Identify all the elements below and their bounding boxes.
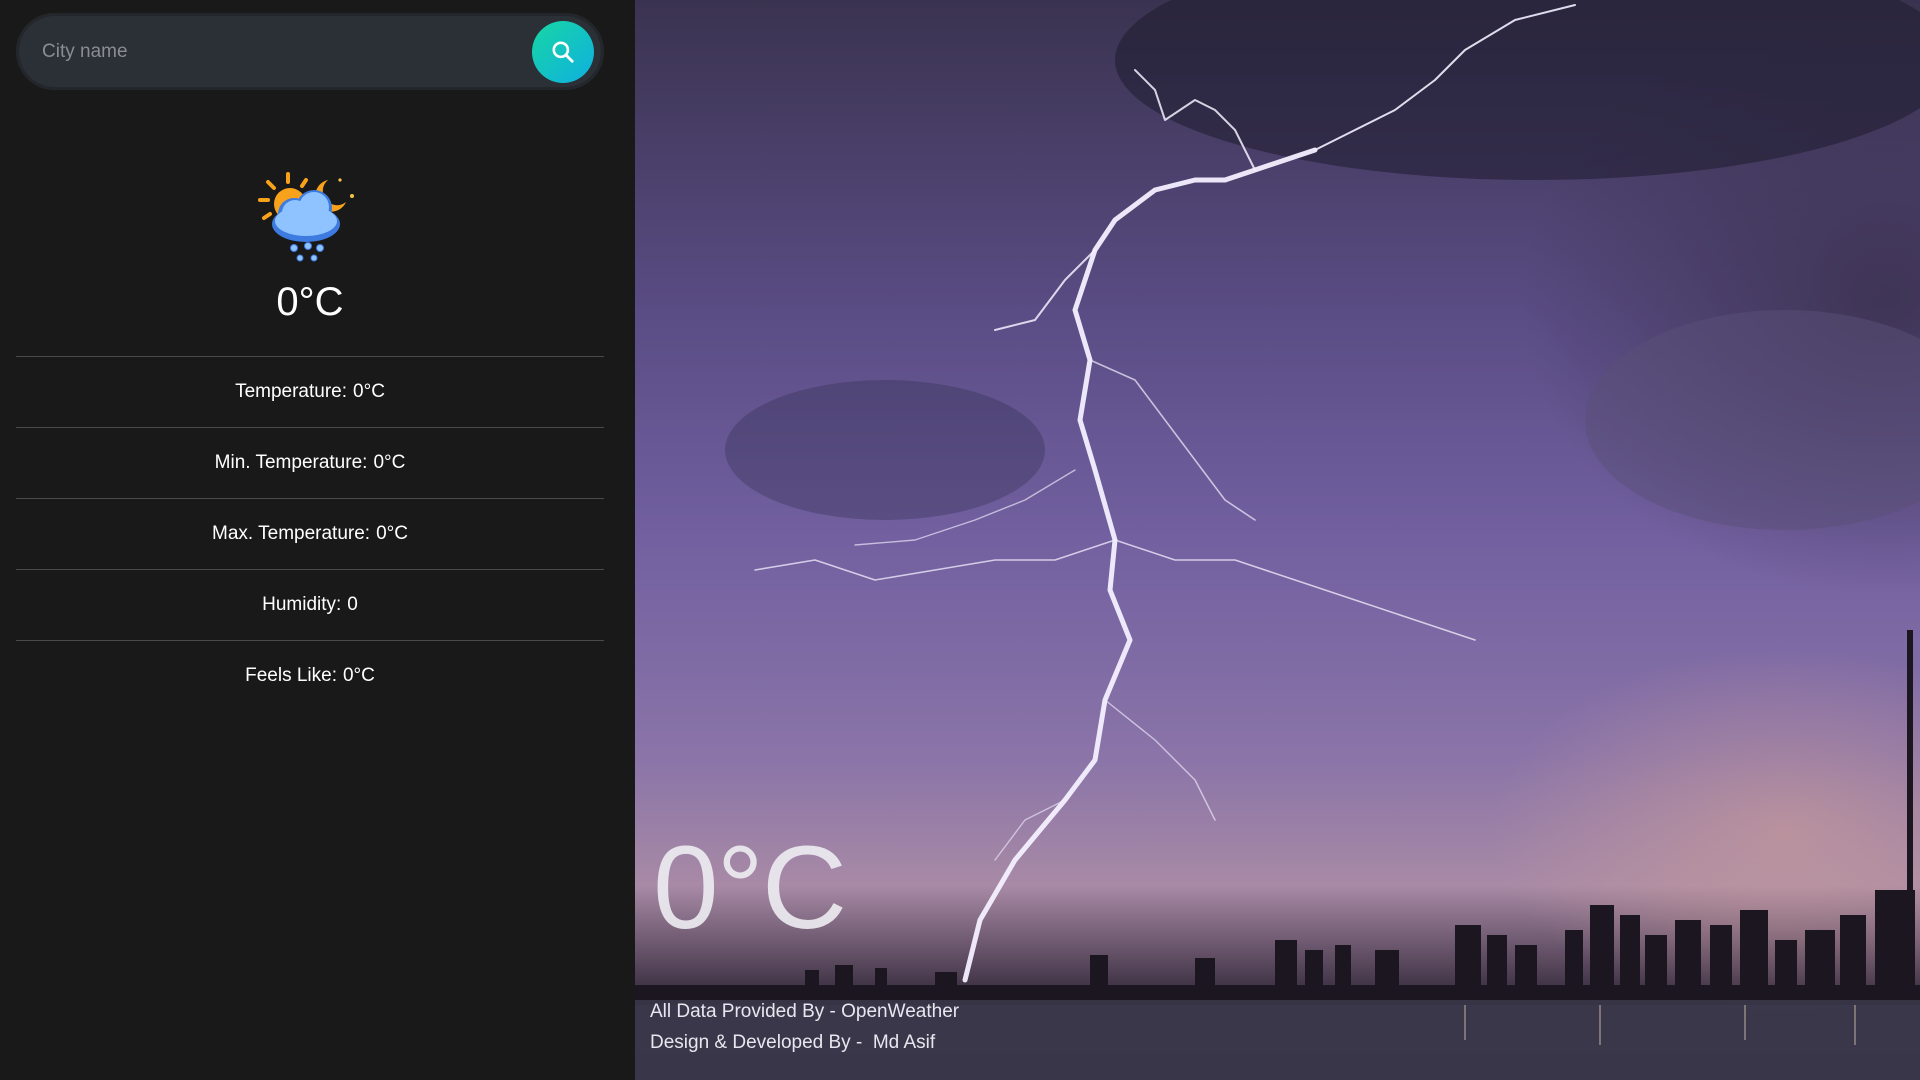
detail-value: 0°C <box>353 381 385 402</box>
detail-feels-like: Feels Like: 0°C <box>16 640 604 711</box>
search-bar <box>16 13 604 90</box>
detail-value: 0°C <box>373 452 406 473</box>
data-credit-line: All Data Provided By - OpenWeather <box>650 996 959 1027</box>
detail-label: Feels Like: <box>245 665 337 686</box>
credits: All Data Provided By - OpenWeather Desig… <box>650 996 959 1058</box>
search-icon <box>552 41 574 63</box>
detail-value: 0°C <box>376 523 408 544</box>
detail-label: Min. Temperature: <box>214 452 368 473</box>
hero-temperature: 0°C <box>653 822 847 954</box>
search-button[interactable] <box>532 21 594 83</box>
hero-background: 0°C All Data Provided By - OpenWeather D… <box>635 0 1920 1080</box>
author-credit-line: Design & Developed By - Md Asif <box>650 1027 959 1058</box>
detail-max-temperature: Max. Temperature: 0°C <box>16 498 604 569</box>
detail-min-temperature: Min. Temperature: 0°C <box>16 427 604 498</box>
detail-temperature: Temperature: 0°C <box>16 356 604 427</box>
city-search-input[interactable] <box>40 31 514 73</box>
author-link[interactable]: Md Asif <box>873 1032 935 1053</box>
weather-details-list: Temperature: 0°C Min. Temperature: 0°C M… <box>16 356 604 711</box>
detail-label: Humidity: <box>262 594 342 615</box>
weather-app: 0°C Temperature: 0°C Min. Temperature: 0… <box>0 0 1920 1080</box>
detail-value: 0°C <box>342 665 375 686</box>
author-credit-prefix: Design & Developed By - <box>650 1032 873 1053</box>
openweather-link[interactable]: OpenWeather <box>841 1001 959 1022</box>
detail-value: 0 <box>347 594 358 615</box>
current-temperature: 0°C <box>276 280 344 324</box>
sidebar: 0°C Temperature: 0°C Min. Temperature: 0… <box>0 0 635 1080</box>
detail-label: Temperature: <box>235 381 348 402</box>
detail-humidity: Humidity: 0 <box>16 569 604 640</box>
weather-condition-icon <box>250 168 360 264</box>
cloud-snow-sun-moon-icon <box>258 172 354 262</box>
detail-label: Max. Temperature: <box>212 523 371 544</box>
data-credit-prefix: All Data Provided By - <box>650 1001 842 1022</box>
